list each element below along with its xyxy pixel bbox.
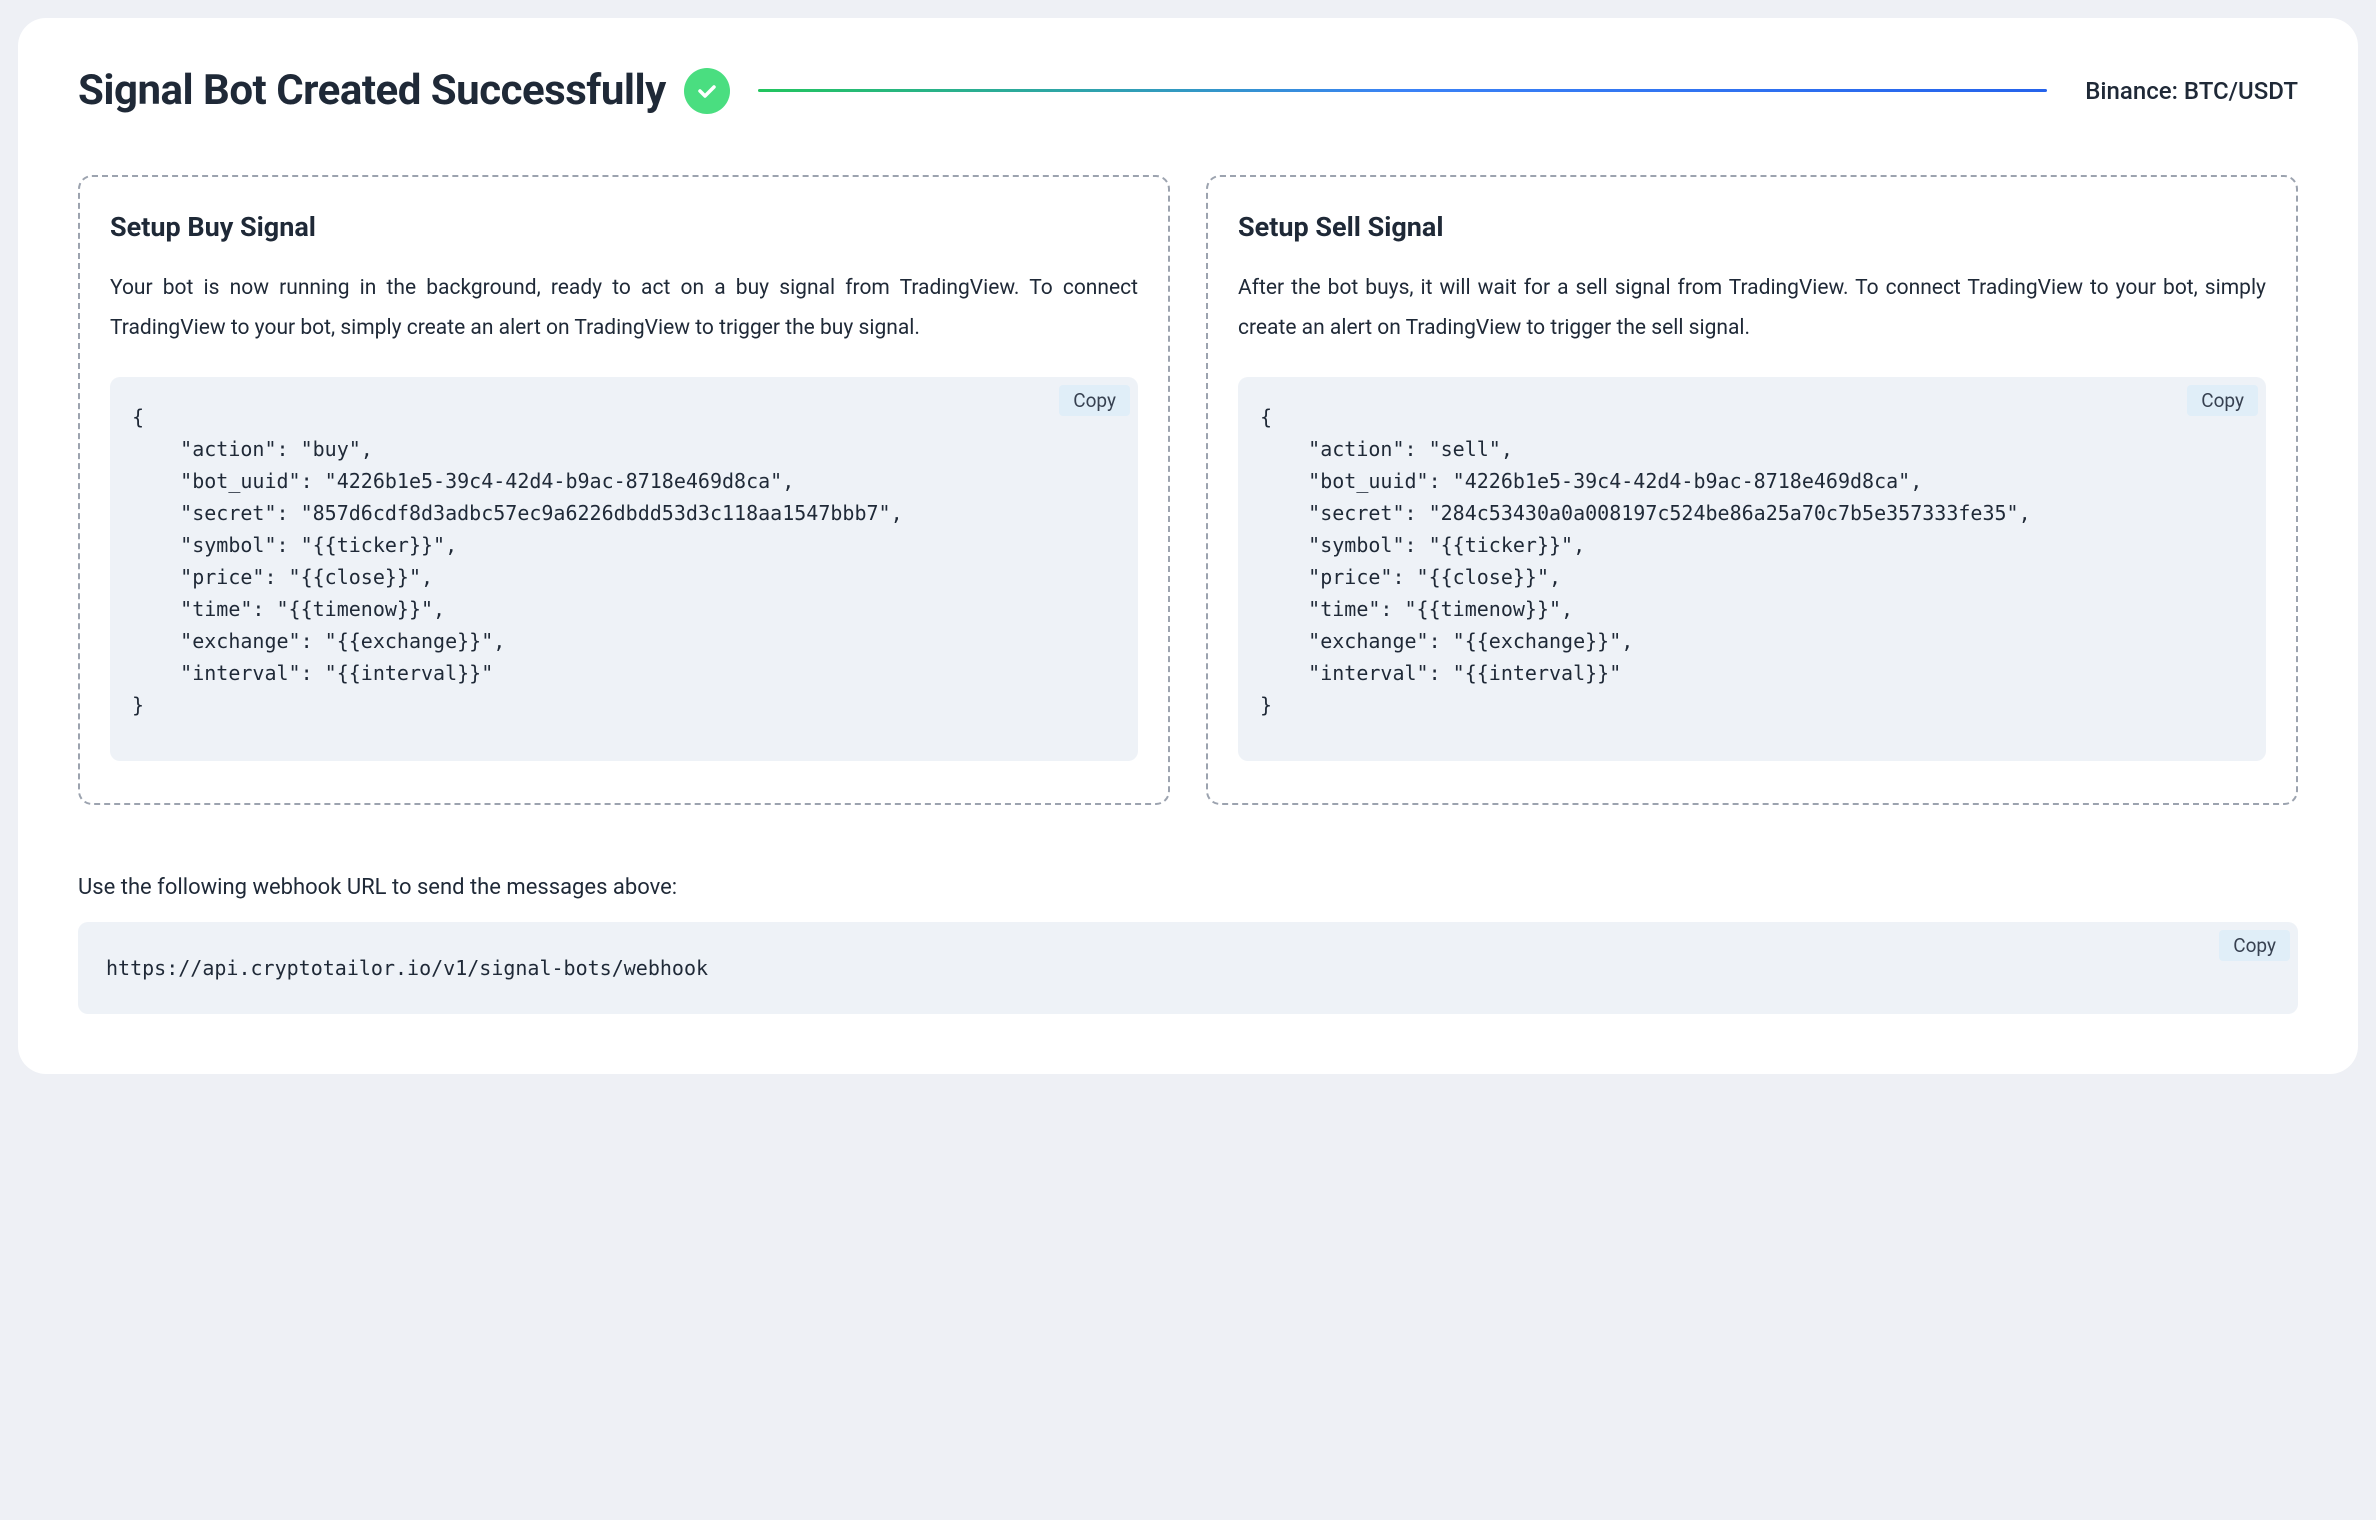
buy-panel-title: Setup Buy Signal bbox=[110, 211, 1138, 243]
webhook-instruction: Use the following webhook URL to send th… bbox=[78, 875, 2298, 900]
buy-payload-code[interactable]: { "action": "buy", "bot_uuid": "4226b1e5… bbox=[132, 401, 1116, 739]
sell-panel-title: Setup Sell Signal bbox=[1238, 211, 2266, 243]
signal-panels: Setup Buy Signal Your bot is now running… bbox=[78, 175, 2298, 805]
sell-panel-description: After the bot buys, it will wait for a s… bbox=[1238, 269, 2266, 349]
webhook-section: Use the following webhook URL to send th… bbox=[78, 875, 2298, 1014]
buy-signal-panel: Setup Buy Signal Your bot is now running… bbox=[78, 175, 1170, 805]
page-title: Signal Bot Created Successfully bbox=[78, 66, 666, 115]
success-check-icon bbox=[684, 68, 730, 114]
sell-payload-code[interactable]: { "action": "sell", "bot_uuid": "4226b1e… bbox=[1260, 401, 2244, 739]
buy-payload-card: Copy { "action": "buy", "bot_uuid": "422… bbox=[110, 377, 1138, 761]
main-card: Signal Bot Created Successfully Binance:… bbox=[18, 18, 2358, 1074]
sell-payload-card: Copy { "action": "sell", "bot_uuid": "42… bbox=[1238, 377, 2266, 761]
buy-panel-description: Your bot is now running in the backgroun… bbox=[110, 269, 1138, 349]
webhook-url-card: Copy https://api.cryptotailor.io/v1/sign… bbox=[78, 922, 2298, 1014]
header-row: Signal Bot Created Successfully Binance:… bbox=[78, 66, 2298, 115]
copy-sell-payload-button[interactable]: Copy bbox=[2187, 385, 2258, 416]
copy-buy-payload-button[interactable]: Copy bbox=[1059, 385, 1130, 416]
webhook-url-text[interactable]: https://api.cryptotailor.io/v1/signal-bo… bbox=[106, 956, 2270, 980]
gradient-divider bbox=[758, 89, 2048, 92]
sell-signal-panel: Setup Sell Signal After the bot buys, it… bbox=[1206, 175, 2298, 805]
copy-webhook-url-button[interactable]: Copy bbox=[2219, 930, 2290, 961]
exchange-pair-label: Binance: BTC/USDT bbox=[2085, 77, 2298, 105]
